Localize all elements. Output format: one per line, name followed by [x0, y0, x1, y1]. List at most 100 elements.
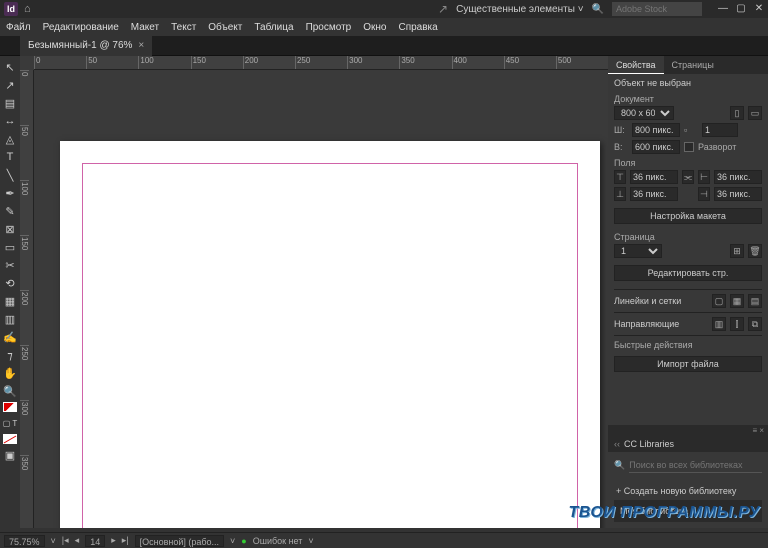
grid-toggle-icon[interactable]: ▦: [730, 294, 744, 308]
orientation-portrait-icon[interactable]: ▯: [730, 106, 744, 120]
create-library-button[interactable]: + Создать новую библиотеку: [614, 482, 762, 500]
view-mode-icon[interactable]: ▣: [0, 446, 20, 464]
ruler-toggle-icon[interactable]: ▢: [712, 294, 726, 308]
properties-panel: Свойства Страницы Объект не выбран Докум…: [608, 56, 768, 528]
close-button[interactable]: ✕: [754, 4, 764, 14]
doc-preset-select[interactable]: 800 x 600: [614, 106, 674, 120]
margin-bottom-input[interactable]: [630, 187, 678, 201]
menu-text[interactable]: Текст: [171, 22, 196, 33]
page-tool[interactable]: ▤: [0, 94, 20, 112]
gradient-swatch-tool[interactable]: ▦: [0, 292, 20, 310]
page-nav-field[interactable]: 14: [85, 535, 105, 547]
page-nav-last-icon[interactable]: ▸|: [122, 535, 129, 546]
guides-icon-1[interactable]: ▥: [712, 317, 726, 331]
chevron-down-icon[interactable]: ˅: [51, 536, 56, 546]
menu-view[interactable]: Просмотр: [306, 22, 352, 33]
cc-libraries-header[interactable]: CC Libraries: [608, 436, 768, 452]
document-tab[interactable]: Безымянный-1 @ 76% ×: [20, 36, 152, 56]
document-page[interactable]: [60, 141, 600, 528]
direct-select-tool[interactable]: ↗: [0, 76, 20, 94]
workspace-switcher[interactable]: Существенные элементы ˅: [456, 4, 583, 15]
layout-settings-button[interactable]: Настройка макета: [614, 208, 762, 224]
selection-tool[interactable]: ↖: [0, 58, 20, 76]
default-fill-icon[interactable]: [3, 434, 17, 444]
scissors-tool[interactable]: ✂: [0, 256, 20, 274]
menu-edit[interactable]: Редактирование: [43, 22, 119, 33]
preflight-profile[interactable]: [Основной] (рабо...: [135, 535, 224, 547]
hand-tool[interactable]: ✋: [0, 364, 20, 382]
menu-help[interactable]: Справка: [398, 22, 437, 33]
margin-right-icon: ⊣: [698, 187, 710, 201]
guides-icon-3[interactable]: ⧉: [748, 317, 762, 331]
app-logo: Id: [4, 2, 18, 16]
content-tool[interactable]: ◬: [0, 130, 20, 148]
gap-tool[interactable]: ↔: [0, 112, 20, 130]
zoom-field[interactable]: 75.75%: [4, 535, 45, 547]
spread-label: Разворот: [698, 142, 736, 152]
orientation-landscape-icon[interactable]: ▭: [748, 106, 762, 120]
rectangle-tool[interactable]: ▭: [0, 238, 20, 256]
link-margins-icon[interactable]: ⫘: [682, 170, 694, 184]
menu-layout[interactable]: Макет: [131, 22, 159, 33]
canvas-area[interactable]: 0 50 100 150 200 250 300 350 400 450 500…: [20, 56, 608, 528]
type-tool[interactable]: T: [0, 148, 20, 166]
transform-tool[interactable]: ⟲: [0, 274, 20, 292]
gradient-feather-tool[interactable]: ▥: [0, 310, 20, 328]
home-icon[interactable]: ⌂: [24, 3, 31, 15]
margin-top-input[interactable]: [630, 170, 678, 184]
horizontal-ruler[interactable]: 0 50 100 150 200 250 300 350 400 450 500: [34, 56, 608, 70]
menu-window[interactable]: Окно: [363, 22, 386, 33]
margin-right-input[interactable]: [714, 187, 762, 201]
apply-container-icon[interactable]: ▢ T: [0, 414, 20, 432]
margin-top-icon: ⊤: [614, 170, 626, 184]
watermark: ТВОИ ПРОГРАММЫ.РУ: [569, 504, 761, 522]
margins-section-label: Поля: [614, 158, 762, 168]
width-input[interactable]: [632, 123, 680, 137]
stock-search-input[interactable]: [612, 2, 702, 16]
new-page-icon[interactable]: ⊞: [730, 244, 744, 258]
preflight-status-text: Ошибок нет: [253, 536, 303, 546]
rectangle-frame-tool[interactable]: ⊠: [0, 220, 20, 238]
pen-tool[interactable]: ✒: [0, 184, 20, 202]
page-nav-next-icon[interactable]: ▸: [111, 535, 116, 546]
vertical-ruler[interactable]: 0 50 100 150 200 250 300 350: [20, 70, 34, 528]
pages-count-input[interactable]: [702, 123, 738, 137]
menu-table[interactable]: Таблица: [254, 22, 293, 33]
zoom-tool[interactable]: 🔍: [0, 382, 20, 400]
guides-icon-2[interactable]: ⫿: [730, 317, 744, 331]
pages-icon: ▫: [684, 125, 698, 135]
maximize-button[interactable]: ▢: [736, 4, 746, 14]
page-nav-first-icon[interactable]: |◂: [62, 535, 69, 546]
chevron-down-icon[interactable]: ˅: [308, 536, 313, 546]
margin-left-input[interactable]: [714, 170, 762, 184]
tab-close-icon[interactable]: ×: [138, 40, 144, 51]
pencil-tool[interactable]: ✎: [0, 202, 20, 220]
menu-object[interactable]: Объект: [208, 22, 242, 33]
delete-page-icon[interactable]: 🗑: [748, 244, 762, 258]
note-tool[interactable]: ✍: [0, 328, 20, 346]
tab-label: Безымянный-1 @ 76%: [28, 40, 132, 51]
eyedropper-tool[interactable]: ⁊: [0, 346, 20, 364]
fill-stroke-swatch[interactable]: [3, 402, 17, 412]
tab-properties[interactable]: Свойства: [608, 56, 664, 74]
line-tool[interactable]: ╲: [0, 166, 20, 184]
search-icon: 🔍: [614, 460, 625, 471]
menu-file[interactable]: Файл: [6, 22, 31, 33]
chevron-down-icon: ˅: [578, 4, 584, 15]
tab-pages[interactable]: Страницы: [664, 56, 722, 74]
status-bar: 75.75% ˅ |◂ ◂ 14 ▸ ▸| [Основной] (рабо..…: [0, 532, 768, 548]
spread-checkbox[interactable]: [684, 142, 694, 152]
height-label: В:: [614, 142, 628, 152]
margin-guide: [82, 163, 578, 528]
minimize-button[interactable]: —: [718, 4, 728, 14]
page-nav-prev-icon[interactable]: ◂: [75, 535, 80, 546]
chevron-down-icon[interactable]: ˅: [230, 536, 235, 546]
height-input[interactable]: [632, 140, 680, 154]
import-file-button[interactable]: Импорт файла: [614, 356, 762, 372]
cloud-icon[interactable]: ↗: [438, 2, 448, 16]
edit-page-button[interactable]: Редактировать стр.: [614, 265, 762, 281]
library-search-input[interactable]: [629, 458, 762, 473]
page-select[interactable]: 1: [614, 244, 662, 258]
baseline-grid-icon[interactable]: ▤: [748, 294, 762, 308]
margin-bottom-icon: ⊥: [614, 187, 626, 201]
